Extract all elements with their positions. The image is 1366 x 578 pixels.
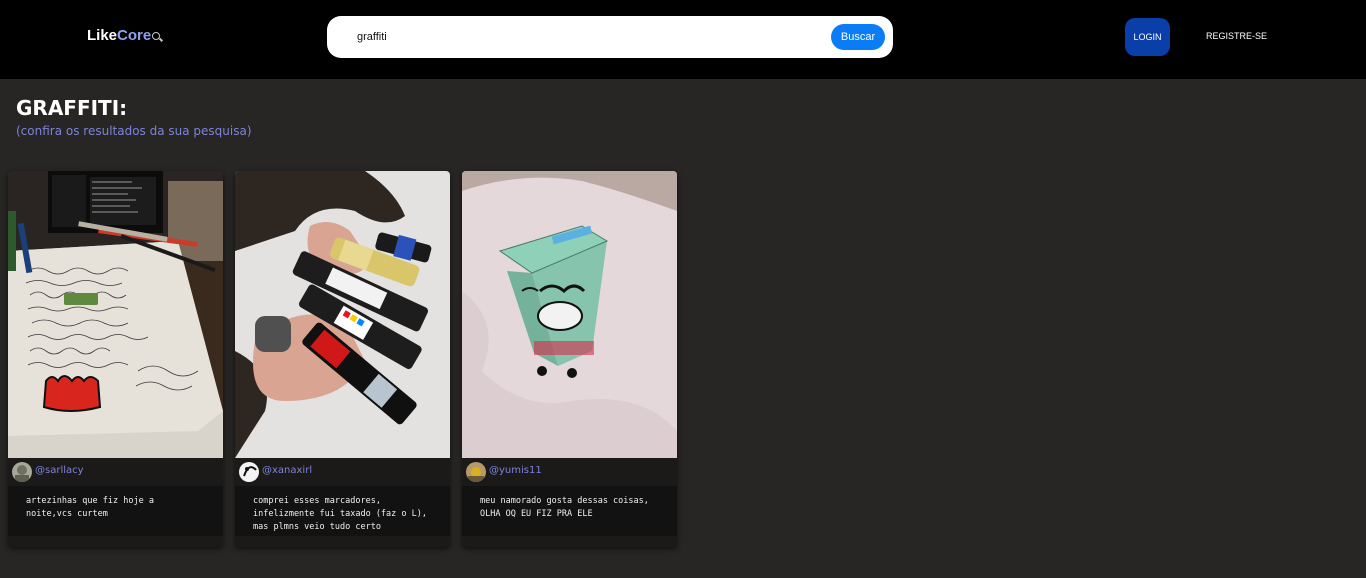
post-caption: comprei esses marcadores, infelizmente f…: [235, 486, 450, 536]
site-logo[interactable]: Like Core: [87, 27, 161, 44]
post-card[interactable]: @xanaxirl comprei esses marcadores, infe…: [235, 171, 450, 547]
register-link[interactable]: REGISTRE-SE: [1206, 31, 1267, 41]
post-image-trashcan[interactable]: [462, 171, 677, 458]
post-author[interactable]: @yumis11: [462, 458, 677, 486]
post-image-drawings[interactable]: [8, 171, 223, 458]
post-author[interactable]: @xanaxirl: [235, 458, 450, 486]
logo-like-text: Like: [87, 27, 118, 44]
page-subtitle: (confira os resultados da sua pesquisa): [16, 124, 252, 138]
login-button[interactable]: LOGIN: [1125, 18, 1170, 56]
avatar[interactable]: [239, 462, 259, 482]
post-image-markers[interactable]: [235, 171, 450, 458]
search-input[interactable]: [357, 28, 817, 46]
top-navbar: LikeCore Buscar LOGIN REGISTRE-SE: [0, 0, 1366, 79]
post-username[interactable]: @sarllacy: [35, 465, 84, 476]
post-username[interactable]: @xanaxirl: [262, 465, 312, 476]
post-username[interactable]: @yumis11: [489, 465, 542, 476]
logo-core-text: Core: [117, 27, 152, 44]
avatar[interactable]: [466, 462, 486, 482]
post-card[interactable]: @sarllacy artezinhas que fiz hoje a noit…: [8, 171, 223, 547]
magnifier-icon: [152, 32, 161, 40]
page-title: GRAFFITI:: [16, 96, 128, 120]
post-caption: artezinhas que fiz hoje a noite,vcs curt…: [8, 486, 223, 536]
search-bar: Buscar: [327, 16, 893, 58]
search-button[interactable]: Buscar: [831, 24, 885, 50]
avatar[interactable]: [12, 462, 32, 482]
post-author[interactable]: @sarllacy: [8, 458, 223, 486]
post-caption: meu namorado gosta dessas coisas, OLHA O…: [462, 486, 677, 536]
post-card[interactable]: @yumis11 meu namorado gosta dessas coisa…: [462, 171, 677, 547]
